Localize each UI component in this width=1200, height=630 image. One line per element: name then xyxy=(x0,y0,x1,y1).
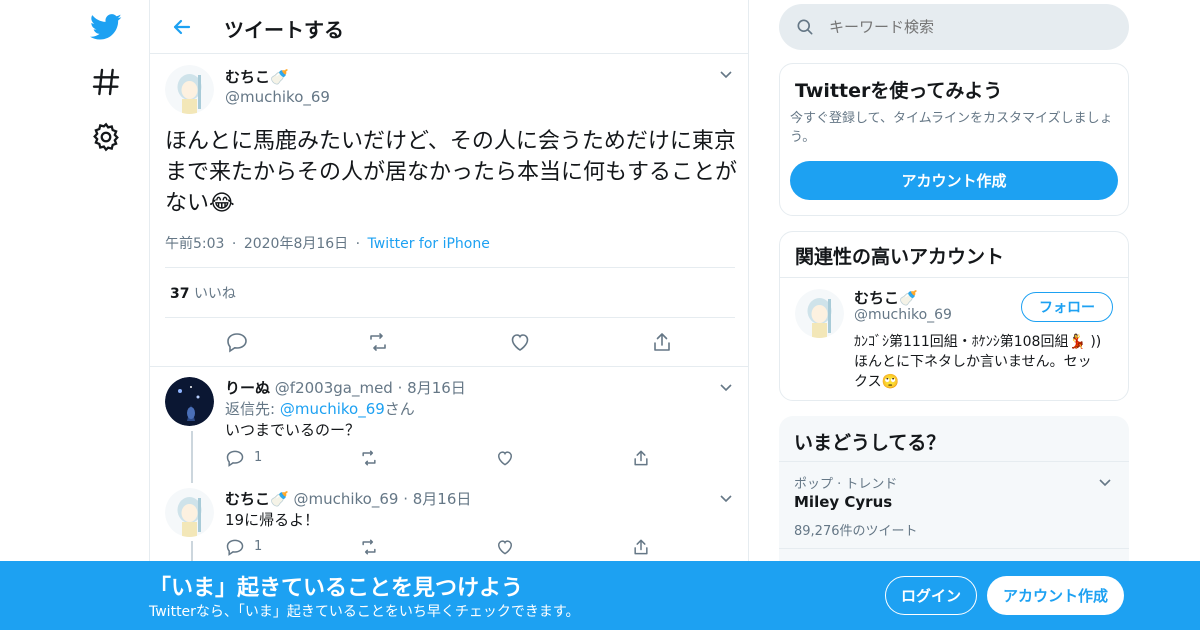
heart-icon[interactable] xyxy=(495,448,515,468)
reply-header: りーぬ @f2003ga_med · 8月16日 xyxy=(225,379,466,397)
trend-name: Miley Cyrus xyxy=(794,493,893,511)
divider xyxy=(165,267,735,268)
trend-context: ポップ · トレンド xyxy=(794,477,898,492)
reply-count: 1 xyxy=(254,539,263,554)
follow-button[interactable]: フォロー xyxy=(1021,292,1113,322)
reply-date[interactable]: 8月16日 xyxy=(413,490,472,508)
tweet-time[interactable]: 午前5:03 xyxy=(165,236,224,252)
reply-date[interactable]: 8月16日 xyxy=(407,379,466,397)
page-title: ツイートする xyxy=(224,18,344,42)
account-bio-line: ほんとに下ネタしか言いません。セッ xyxy=(854,354,1092,370)
avatar[interactable] xyxy=(795,289,844,338)
signup-card: Twitterを使ってみよう 今すぐ登録して、タイムラインをカスタマイズしましょ… xyxy=(779,63,1129,216)
trend-item[interactable]: ポップ · トレンド Miley Cyrus 89,276件のツイート xyxy=(779,462,1129,548)
author-handle[interactable]: @muchiko_69 xyxy=(225,88,330,106)
account-handle[interactable]: @muchiko_69 xyxy=(854,307,952,323)
timeline-column: ツイートする むちこ🍼 @muchiko_69 ほんとに馬鹿みたいだけど、その人… xyxy=(149,0,749,630)
reply-context-prefix: 返信先: xyxy=(225,400,280,418)
card-title: 関連性の高いアカウント xyxy=(795,246,1005,268)
retweet-icon[interactable] xyxy=(366,330,390,354)
tweet-text: ほんとに馬鹿みたいだけど、その人に会うためだけに東京まで来たからその人が居なかっ… xyxy=(165,129,738,216)
divider xyxy=(150,366,748,367)
trend-count: 89,276件のツイート xyxy=(794,524,918,539)
chevron-down-icon[interactable] xyxy=(718,379,734,395)
author-handle[interactable]: @f2003ga_med xyxy=(275,379,393,397)
card-title: いまどうしてる？ xyxy=(794,432,946,454)
trends-card: いまどうしてる？ ポップ · トレンド Miley Cyrus 89,276件の… xyxy=(779,416,1129,566)
gear-icon[interactable] xyxy=(90,121,122,153)
chevron-down-icon[interactable] xyxy=(1097,474,1113,490)
timeline-header: ツイートする xyxy=(150,0,748,54)
create-account-button[interactable]: アカウント作成 xyxy=(987,576,1124,615)
heart-icon[interactable] xyxy=(508,330,532,354)
related-accounts-card: 関連性の高いアカウント むちこ🍼 @muchiko_69 フォロー ｶﾝｺﾞｼ第… xyxy=(779,231,1129,401)
search-icon xyxy=(795,17,815,37)
tweet-date[interactable]: 2020年8月16日 xyxy=(244,236,348,252)
chevron-down-icon[interactable] xyxy=(718,490,734,506)
author-name[interactable]: りーぬ xyxy=(225,379,270,397)
thread-line xyxy=(191,541,193,561)
login-button[interactable]: ログイン xyxy=(885,576,977,615)
reply-count: 1 xyxy=(254,450,263,465)
avatar[interactable] xyxy=(165,377,214,426)
likes-count: 37 xyxy=(170,286,190,302)
reply-icon[interactable] xyxy=(225,448,245,468)
share-icon[interactable] xyxy=(650,330,674,354)
tweet-source[interactable]: Twitter for iPhone xyxy=(368,236,490,252)
hashtag-icon[interactable] xyxy=(90,66,122,98)
back-arrow-icon[interactable] xyxy=(170,15,194,39)
bottom-bar-subtext: Twitterなら、「いま」起きていることをいち早くチェックできます。 xyxy=(149,604,580,620)
reply-text: いつまでいるのー？ xyxy=(225,421,361,439)
author-name[interactable]: むちこ🍼 xyxy=(225,66,289,87)
reply-text: 19に帰るよ！ xyxy=(225,511,320,529)
reply-to-link[interactable]: @muchiko_69 xyxy=(280,400,385,418)
retweet-icon[interactable] xyxy=(359,537,379,557)
retweet-icon[interactable] xyxy=(359,448,379,468)
reply-icon[interactable] xyxy=(225,537,245,557)
reply-icon[interactable] xyxy=(225,330,249,354)
chevron-down-icon[interactable] xyxy=(718,66,734,82)
author-name[interactable]: むちこ🍼 xyxy=(225,490,289,508)
divider xyxy=(779,548,1129,549)
account-name[interactable]: むちこ🍼 xyxy=(854,287,918,308)
share-icon[interactable] xyxy=(631,448,651,468)
reply-header: むちこ🍼 @muchiko_69 · 8月16日 xyxy=(225,490,472,508)
heart-icon[interactable] xyxy=(495,537,515,557)
divider xyxy=(780,277,1128,278)
likes-summary[interactable]: 37 いいね xyxy=(170,283,236,303)
card-title: Twitterを使ってみよう xyxy=(795,80,1003,102)
author-handle[interactable]: @muchiko_69 xyxy=(293,490,398,508)
share-icon[interactable] xyxy=(631,537,651,557)
twitter-logo-icon[interactable] xyxy=(90,11,122,43)
search-box[interactable] xyxy=(779,4,1129,50)
reply-context-suffix: さん xyxy=(384,400,415,418)
account-bio-line: ｶﾝｺﾞｼ第111回組・ﾎｹﾝｼ第108回組💃 )) xyxy=(854,334,1102,350)
avatar[interactable] xyxy=(165,488,214,537)
create-account-button[interactable]: アカウント作成 xyxy=(790,161,1118,200)
avatar[interactable] xyxy=(165,65,214,114)
bottom-bar-headline: 「いま」起きていることを見つけよう xyxy=(149,576,524,601)
bottom-signup-bar: 「いま」起きていることを見つけよう Twitterなら、「いま」起きていることを… xyxy=(0,561,1200,630)
thread-line xyxy=(191,431,193,483)
likes-label: いいね xyxy=(193,286,236,302)
account-bio-line: クス🙄 xyxy=(854,374,900,390)
divider xyxy=(165,317,735,318)
reply-context: 返信先: @muchiko_69さん xyxy=(225,398,415,419)
tweet-meta: 午前5:03 · 2020年8月16日 · Twitter for iPhone xyxy=(165,236,490,252)
search-input[interactable] xyxy=(829,14,1109,40)
card-description: 今すぐ登録して、タイムラインをカスタマイズしましょう。 xyxy=(790,111,1113,145)
